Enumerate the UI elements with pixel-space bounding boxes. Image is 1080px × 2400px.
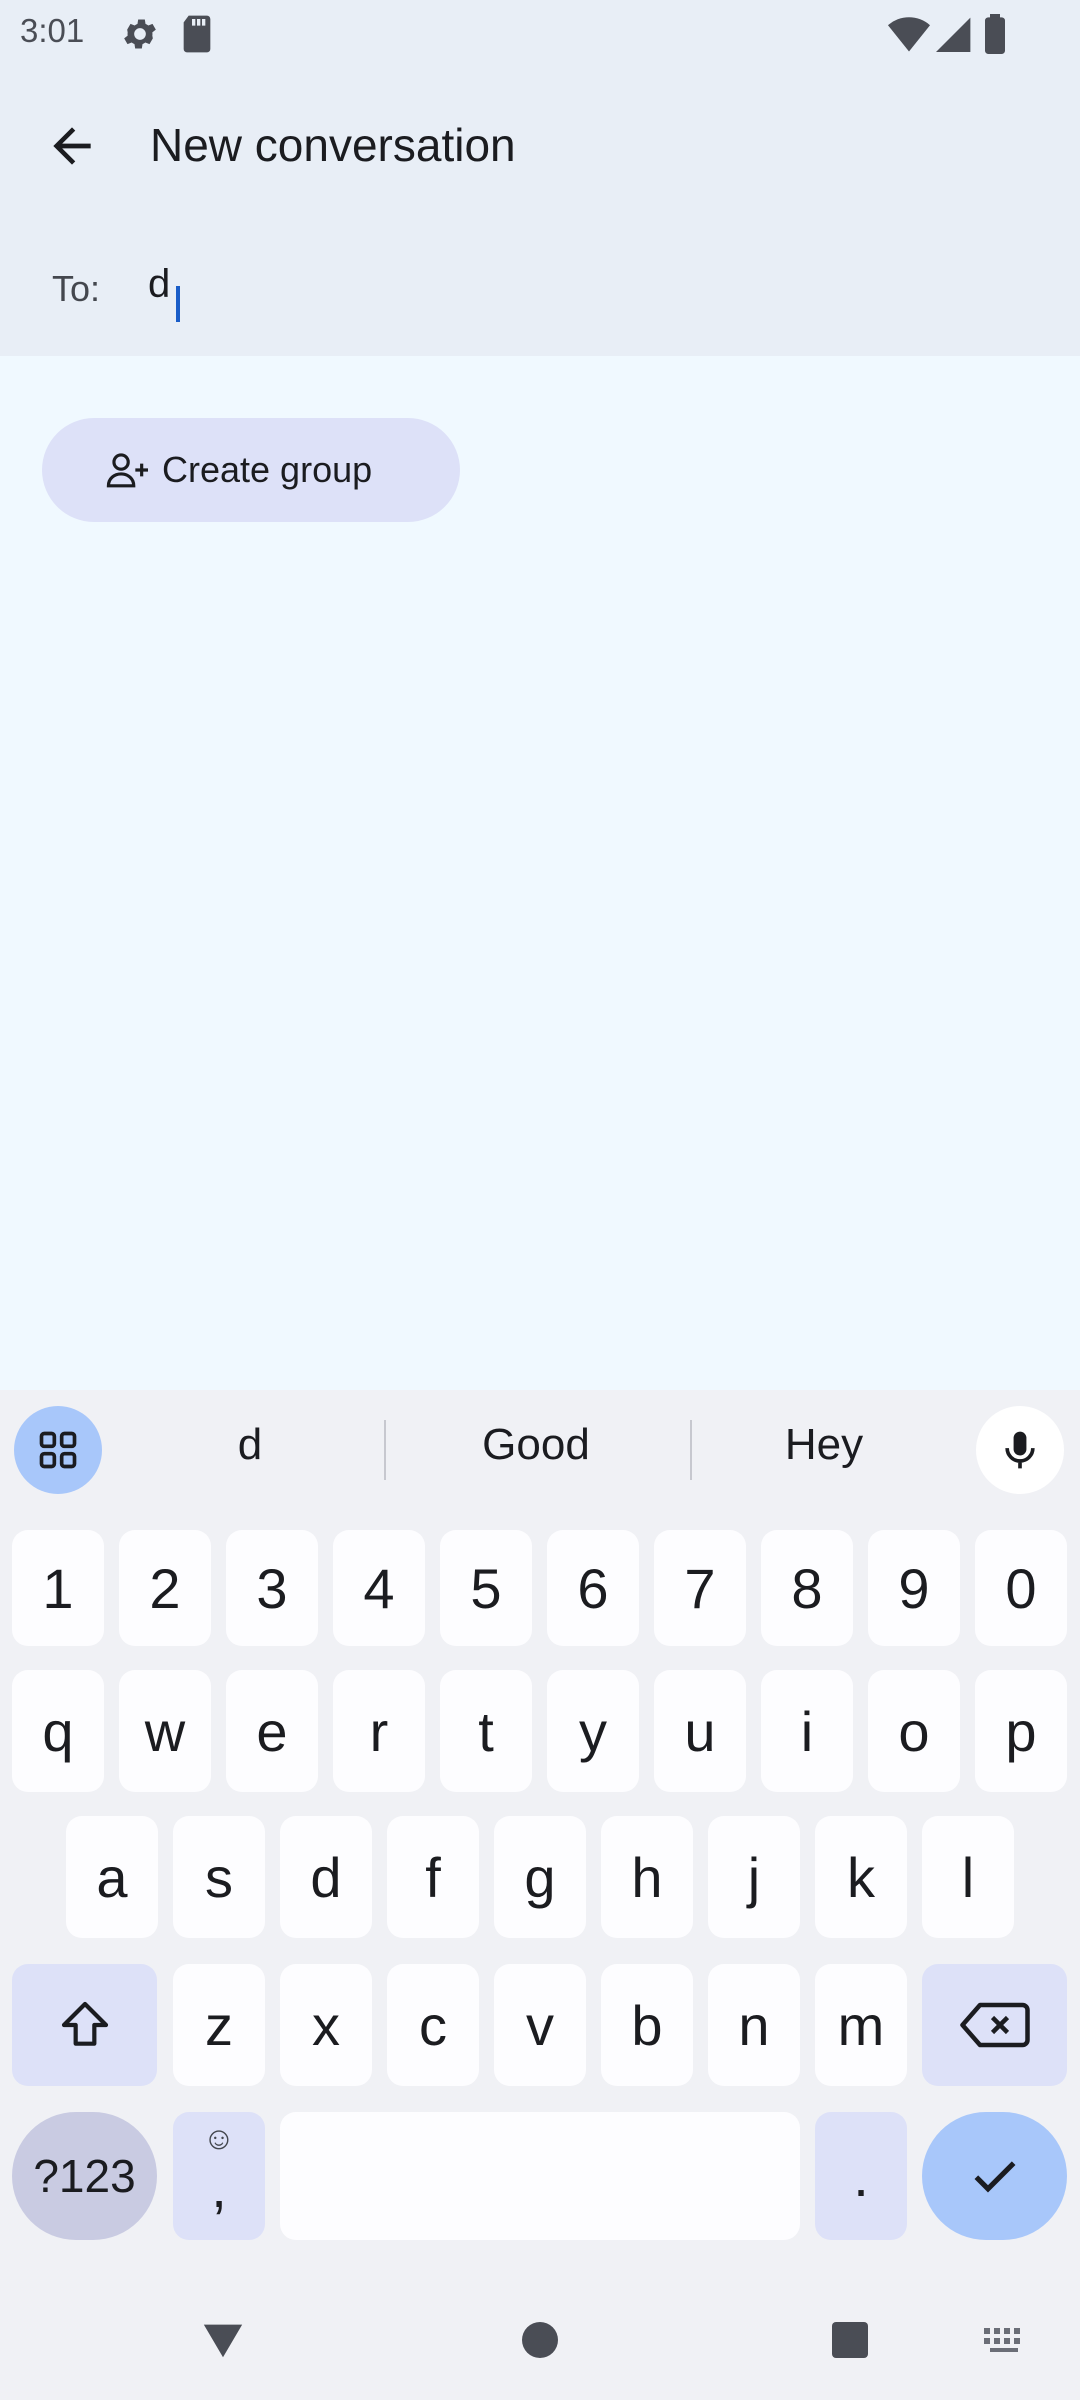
- key-7[interactable]: 7: [654, 1530, 746, 1646]
- sd-card-icon: [180, 14, 214, 59]
- home-circle-icon: [522, 2322, 558, 2358]
- key-l[interactable]: l: [922, 1816, 1014, 1938]
- key-k[interactable]: k: [815, 1816, 907, 1938]
- key-g[interactable]: g: [494, 1816, 586, 1938]
- nav-back-button[interactable]: [200, 2320, 246, 2365]
- keyboard-switch-button[interactable]: [984, 2328, 1028, 2359]
- key-0[interactable]: 0: [975, 1530, 1067, 1646]
- nav-recents-button[interactable]: [830, 2320, 870, 2365]
- suggestion-1[interactable]: d: [150, 1420, 350, 1484]
- key-b[interactable]: b: [601, 1964, 693, 2086]
- key-8[interactable]: 8: [761, 1530, 853, 1646]
- triangle-back-icon: [203, 2324, 243, 2358]
- key-c[interactable]: c: [387, 1964, 479, 2086]
- key-u[interactable]: u: [654, 1670, 746, 1792]
- create-group-button[interactable]: Create group: [42, 418, 460, 522]
- key-5[interactable]: 5: [440, 1530, 532, 1646]
- suggestion-divider: [384, 1420, 386, 1480]
- key-1[interactable]: 1: [12, 1530, 104, 1646]
- status-bar: 3:01: [0, 0, 1080, 66]
- key-f[interactable]: f: [387, 1816, 479, 1938]
- keyboard-apps-button[interactable]: [14, 1406, 102, 1494]
- suggestion-2[interactable]: Good: [436, 1420, 636, 1484]
- shift-icon: [61, 2001, 108, 2046]
- top-area: 3:01 New conversation To: d: [0, 0, 1080, 356]
- square-recents-icon: [832, 2322, 868, 2358]
- key-x[interactable]: x: [280, 1964, 372, 2086]
- create-group-label: Create group: [162, 449, 373, 490]
- key-p[interactable]: p: [975, 1670, 1067, 1792]
- key-n[interactable]: n: [708, 1964, 800, 2086]
- key-2[interactable]: 2: [119, 1530, 211, 1646]
- key-a[interactable]: a: [66, 1816, 158, 1938]
- key-4[interactable]: 4: [333, 1530, 425, 1646]
- period-key[interactable]: .: [815, 2112, 907, 2240]
- back-arrow-icon: [53, 127, 91, 165]
- voice-input-button[interactable]: [976, 1406, 1064, 1494]
- suggestion-3[interactable]: Hey: [724, 1420, 924, 1484]
- settings-icon: [120, 14, 160, 59]
- recipient-input[interactable]: d: [148, 262, 170, 307]
- key-m[interactable]: m: [815, 1964, 907, 2086]
- key-z[interactable]: z: [173, 1964, 265, 2086]
- nav-home-button[interactable]: [520, 2320, 560, 2365]
- shift-key[interactable]: [12, 1964, 157, 2086]
- key-d[interactable]: d: [280, 1816, 372, 1938]
- text-caret: [176, 286, 180, 322]
- status-time: 3:01: [20, 12, 85, 49]
- key-9[interactable]: 9: [868, 1530, 960, 1646]
- backspace-key[interactable]: [922, 1964, 1067, 2086]
- key-r[interactable]: r: [333, 1670, 425, 1792]
- key-i[interactable]: i: [761, 1670, 853, 1792]
- key-s[interactable]: s: [173, 1816, 265, 1938]
- key-t[interactable]: t: [440, 1670, 532, 1792]
- key-h[interactable]: h: [601, 1816, 693, 1938]
- key-6[interactable]: 6: [547, 1530, 639, 1646]
- suggestion-divider: [690, 1420, 692, 1480]
- group-add-icon: [104, 450, 154, 490]
- battery-icon: [984, 14, 1006, 59]
- microphone-icon: [1005, 1431, 1035, 1469]
- key-e[interactable]: e: [226, 1670, 318, 1792]
- checkmark-icon: [974, 2161, 1015, 2193]
- key-q[interactable]: q: [12, 1670, 104, 1792]
- symbols-key[interactable]: ?123: [12, 2112, 157, 2240]
- enter-key[interactable]: [922, 2112, 1067, 2240]
- key-y[interactable]: y: [547, 1670, 639, 1792]
- space-bar[interactable]: [280, 2112, 800, 2240]
- key-3[interactable]: 3: [226, 1530, 318, 1646]
- backspace-icon: [959, 2002, 1030, 2048]
- keyboard-icon: [984, 2328, 1020, 2352]
- comma-key[interactable]: ☺ ,: [173, 2112, 265, 2240]
- cellular-signal-icon: [936, 14, 972, 59]
- wifi-icon: [888, 14, 930, 59]
- to-label: To:: [52, 268, 101, 309]
- key-v[interactable]: v: [494, 1964, 586, 2086]
- grid-icon: [39, 1431, 77, 1469]
- page-title: New conversation: [150, 119, 516, 171]
- comma-label: ,: [211, 2155, 227, 2219]
- key-j[interactable]: j: [708, 1816, 800, 1938]
- key-o[interactable]: o: [868, 1670, 960, 1792]
- back-button[interactable]: [38, 112, 106, 180]
- navigation-bar: [0, 2270, 1080, 2400]
- emoji-hint-icon: ☺: [202, 2120, 236, 2156]
- key-w[interactable]: w: [119, 1670, 211, 1792]
